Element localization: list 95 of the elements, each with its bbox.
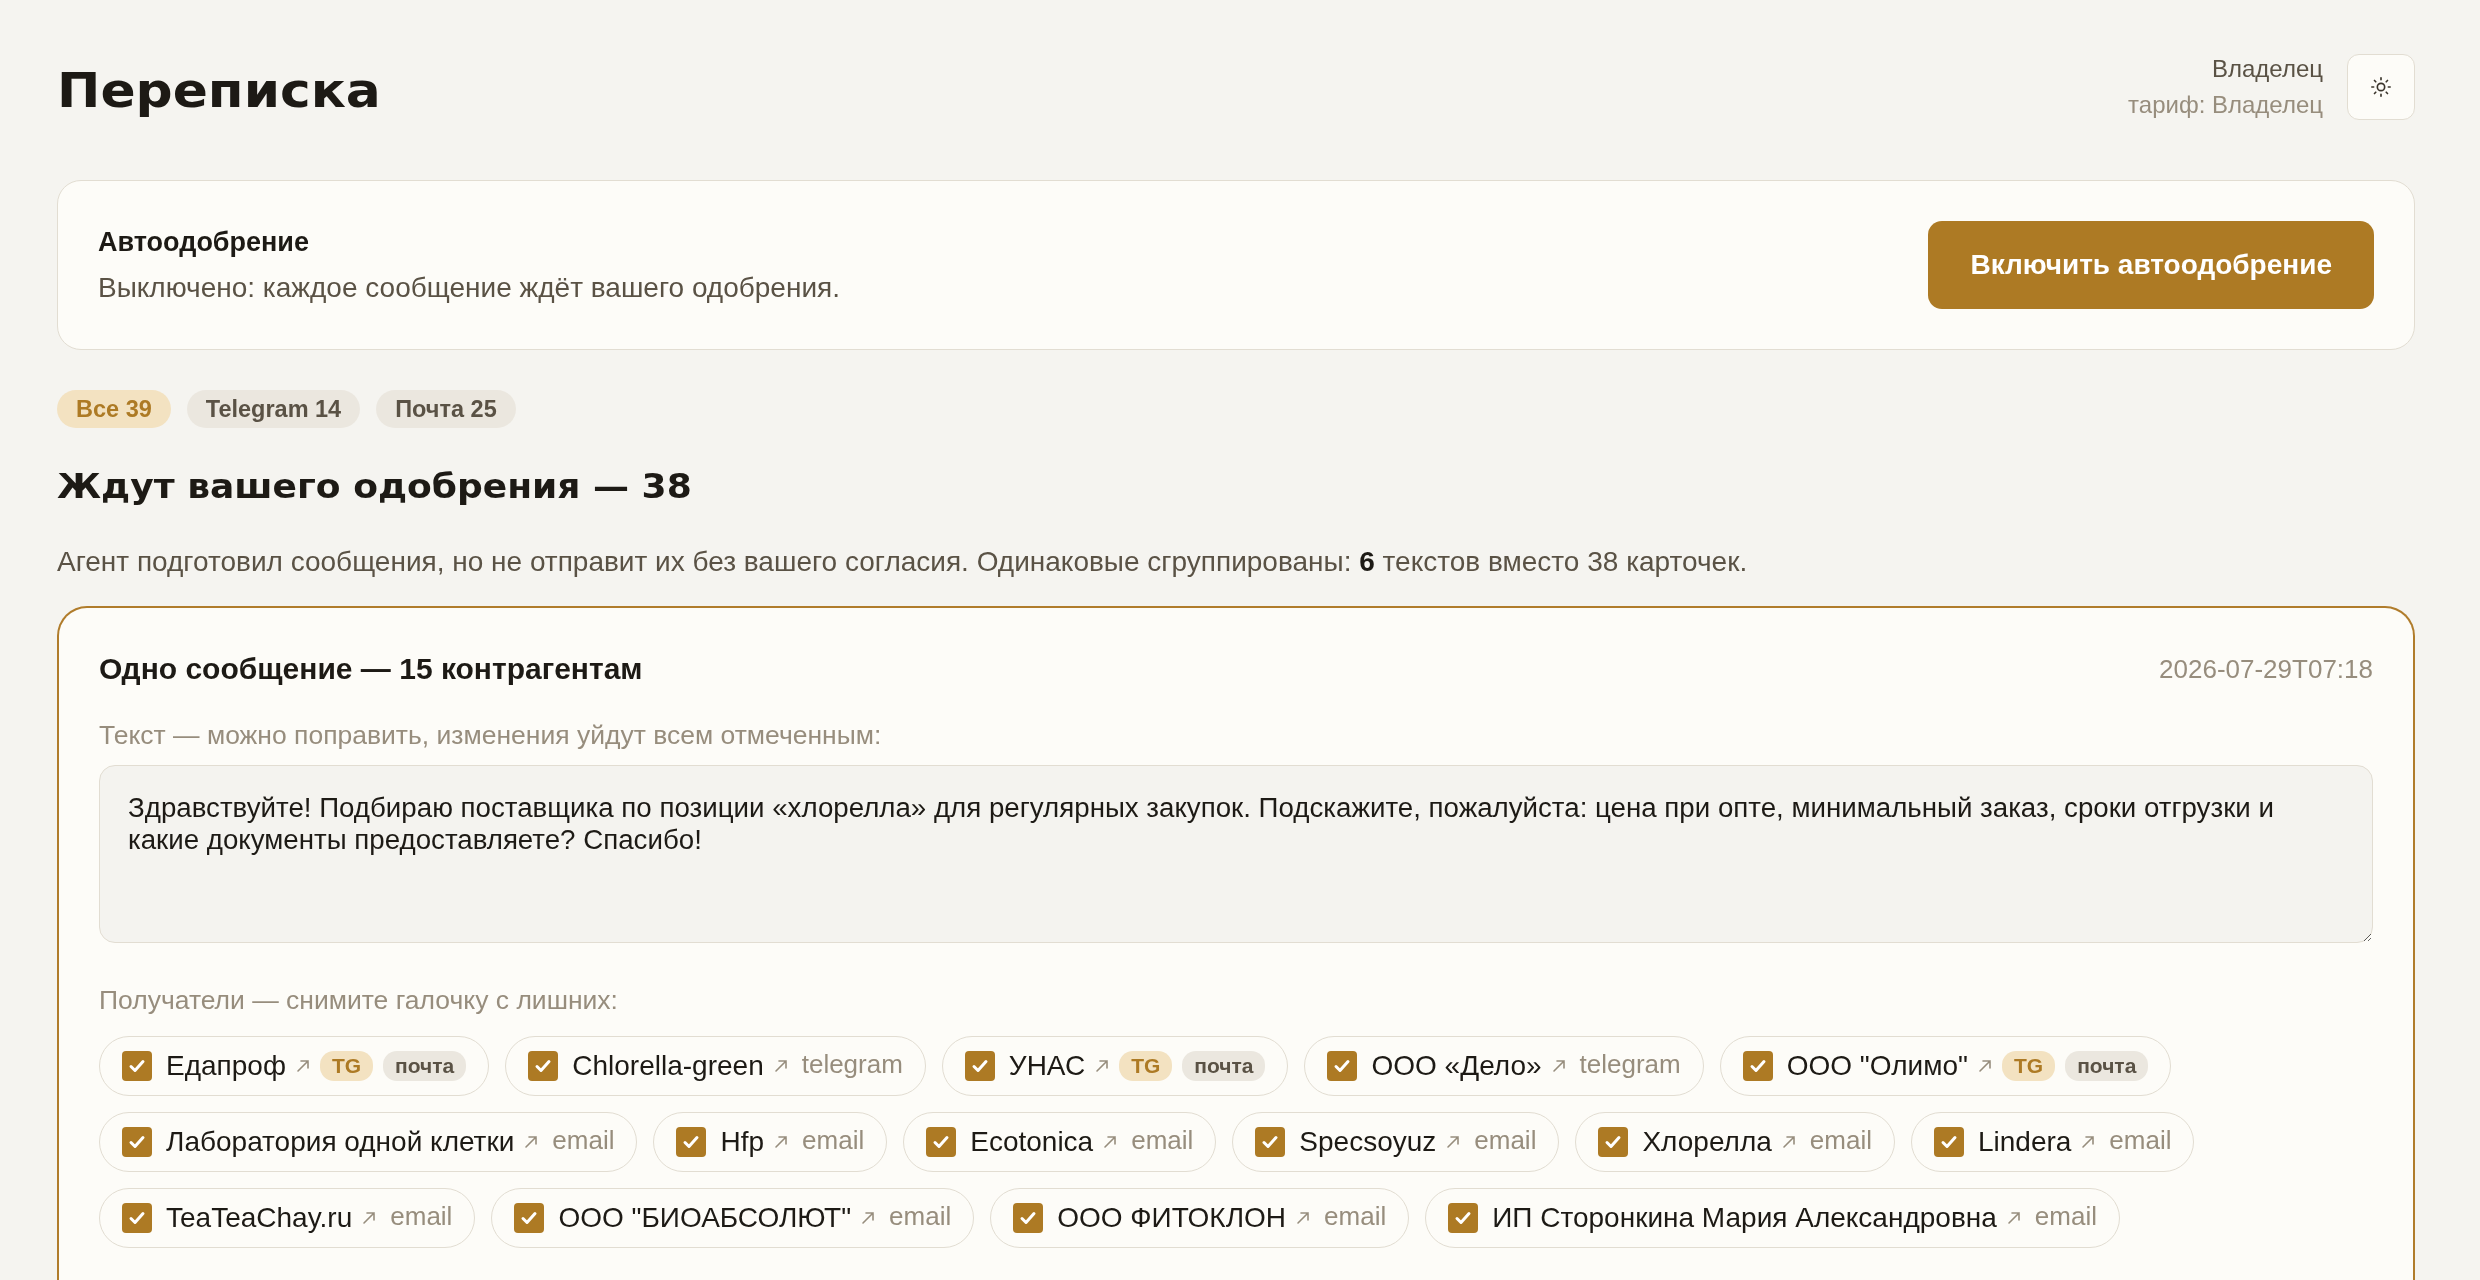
external-link-icon[interactable]: [774, 1135, 789, 1149]
user-plan: тариф: Владелец: [2128, 91, 2323, 119]
channel-label: email: [2033, 1200, 2097, 1233]
recipient-chip[interactable]: Ecotonica email: [903, 1112, 1217, 1172]
enable-autoapprove-button[interactable]: Включить автоодобрение: [1928, 221, 2374, 309]
external-link-icon[interactable]: [1446, 1135, 1461, 1149]
channel-label: telegram: [1578, 1048, 1681, 1081]
recipient-name: ООО ФИТОКЛОН: [1057, 1202, 1287, 1234]
channel-label: email: [551, 1124, 615, 1157]
channel-label: email: [1130, 1124, 1194, 1157]
external-link-icon[interactable]: [1296, 1211, 1311, 1225]
external-link-icon[interactable]: [773, 1059, 788, 1073]
timestamp: 2026-07-29T07:18: [2159, 653, 2373, 685]
checkbox[interactable]: [122, 1127, 152, 1157]
checkbox[interactable]: [122, 1203, 152, 1233]
checkbox[interactable]: [1448, 1203, 1479, 1233]
sun-icon: [2370, 76, 2392, 98]
recipient-chip[interactable]: ООО "БИОАБСОЛЮТ" email: [491, 1188, 975, 1248]
channel-badge: TG: [2002, 1051, 2056, 1081]
external-link-icon[interactable]: [861, 1211, 876, 1225]
recipient-chip[interactable]: Specsoyuz email: [1232, 1112, 1560, 1172]
page-title: Переписка: [57, 62, 381, 118]
recipient-name: Specsoyuz: [1299, 1126, 1437, 1158]
recipient-name: УНАС: [1008, 1050, 1086, 1082]
theme-toggle-button[interactable]: [2347, 54, 2415, 120]
channel-label: email: [2108, 1124, 2172, 1157]
recipient-name: Хлорелла: [1642, 1126, 1772, 1158]
recipient-name: ООО «Дело»: [1371, 1050, 1542, 1082]
checkbox[interactable]: [676, 1127, 707, 1157]
channel-label: telegram: [800, 1048, 903, 1081]
section-title: Ждут вашего одобрения — 38: [57, 466, 693, 506]
recipient-chip[interactable]: Лаборатория одной клетки email: [99, 1112, 638, 1172]
channel-label: email: [1473, 1124, 1537, 1157]
external-link-icon[interactable]: [2006, 1211, 2021, 1225]
checkbox[interactable]: [1327, 1051, 1358, 1081]
external-link-icon[interactable]: [362, 1211, 377, 1225]
recipient-name: Chlorella-green: [572, 1050, 764, 1082]
channel-label: email: [888, 1200, 952, 1233]
recipient-chip[interactable]: УНАС TG почта: [941, 1036, 1289, 1096]
recipient-chip[interactable]: ООО «Дело» telegram: [1304, 1036, 1704, 1096]
recipient-name: ООО "БИОАБСОЛЮТ": [558, 1202, 852, 1234]
checkbox[interactable]: [122, 1051, 152, 1081]
checkbox[interactable]: [1742, 1051, 1773, 1081]
message-text-field[interactable]: Здравствуйте! Подбираю поставщика по позиции «хлорелла» для регулярных закупок. Подскажите, пожалуйста: цена при опте, минимальный заказ, сроки отгрузки и какие документы предоставляете? Спасибо!: [99, 765, 2373, 943]
recipient-name: ООО "Олимо": [1786, 1050, 1968, 1082]
recipient-name: Lindera: [1977, 1126, 2072, 1158]
channel-badge: TG: [319, 1051, 374, 1081]
channel-label: email: [801, 1124, 865, 1157]
filter-chip[interactable]: Почта 25: [376, 390, 516, 428]
channel-badge: TG: [1119, 1051, 1173, 1081]
channel-label: email: [1808, 1124, 1872, 1157]
recipient-name: Ecotonica: [970, 1126, 1094, 1158]
recipient-chip[interactable]: Едапроф TG почта: [99, 1036, 490, 1096]
recipient-chip[interactable]: Lindera email: [1910, 1112, 2195, 1172]
recipient-chip[interactable]: ИП Сторонкина Мария Александровна email: [1425, 1188, 2120, 1248]
user-name: Владелец: [2212, 55, 2323, 83]
checkbox[interactable]: [1013, 1203, 1044, 1233]
checkbox[interactable]: [926, 1127, 957, 1157]
external-link-icon[interactable]: [295, 1059, 310, 1073]
recipient-chip[interactable]: Хлорелла email: [1575, 1112, 1895, 1172]
recipient-name: ИП Сторонкина Мария Александровна: [1492, 1202, 1997, 1234]
checkbox[interactable]: [1255, 1127, 1286, 1157]
recipient-name: Лаборатория одной клетки: [166, 1126, 515, 1158]
checkbox[interactable]: [528, 1051, 559, 1081]
external-link-icon[interactable]: [1978, 1059, 1992, 1073]
checkbox[interactable]: [1598, 1127, 1629, 1157]
recipient-chip[interactable]: Hfp email: [653, 1112, 888, 1172]
group-title: Одно сообщение — 15 контрагентам: [99, 652, 643, 686]
filter-chip[interactable]: Telegram 14: [186, 390, 361, 428]
checkbox[interactable]: [514, 1203, 545, 1233]
recipient-chip[interactable]: ООО ФИТОКЛОН email: [990, 1188, 1410, 1248]
recipient-name: Hfp: [720, 1126, 765, 1158]
card-status: Выключено: каждое сообщение ждёт вашего одобрения.: [98, 271, 840, 304]
recipient-name: Едапроф: [166, 1050, 286, 1082]
external-link-icon[interactable]: [1095, 1059, 1110, 1073]
recipient-name: TeaTeaChay.ru: [166, 1202, 353, 1234]
external-link-icon[interactable]: [524, 1135, 539, 1149]
channel-badge: почта: [1182, 1051, 1266, 1081]
text-label: Текст — можно поправить, изменения уйдут всем отмеченным:: [99, 720, 883, 751]
channel-label: email: [389, 1200, 453, 1233]
section-description: Агент подготовил сообщения, но не отправит их без вашего согласия. Одинаковые сгруппированы: 6 текстов вместо 38 карточек.: [57, 546, 1749, 578]
recipient-chip[interactable]: TeaTeaChay.ru email: [99, 1188, 476, 1248]
external-link-icon[interactable]: [1103, 1135, 1118, 1149]
recipients-label: Получатели — снимите галочку с лишних:: [99, 985, 619, 1016]
external-link-icon[interactable]: [1781, 1135, 1796, 1149]
checkbox[interactable]: [964, 1051, 995, 1081]
recipient-chip[interactable]: ООО "Олимо" TG почта: [1719, 1036, 2172, 1096]
external-link-icon[interactable]: [1551, 1059, 1566, 1073]
channel-badge: почта: [383, 1051, 467, 1081]
checkbox[interactable]: [1933, 1127, 1964, 1157]
channel-badge: почта: [2065, 1051, 2149, 1081]
recipient-chip[interactable]: Chlorella-green telegram: [505, 1036, 926, 1096]
card-title: Автоодобрение: [98, 226, 310, 258]
external-link-icon[interactable]: [2081, 1135, 2096, 1149]
channel-label: email: [1323, 1200, 1387, 1233]
